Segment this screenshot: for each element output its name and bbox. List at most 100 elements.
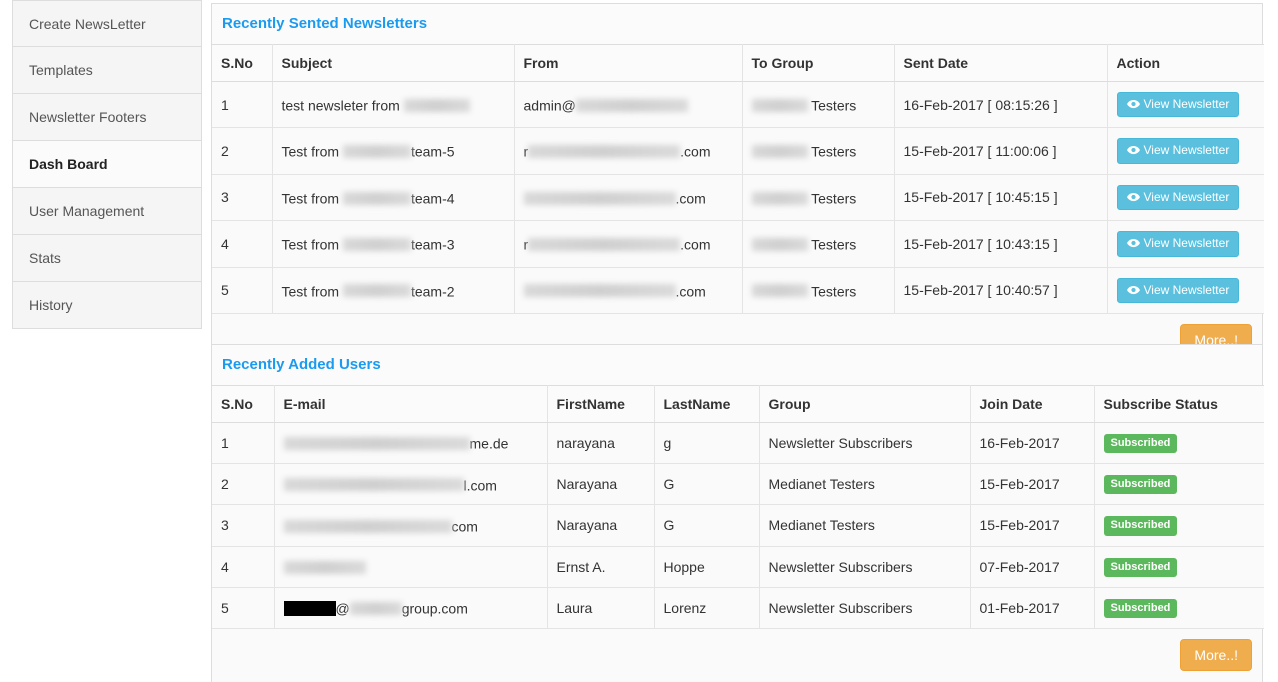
redacted-text	[523, 191, 676, 205]
sidebar-item-stats[interactable]: Stats	[12, 235, 202, 282]
cell-sno: 3	[212, 174, 273, 222]
table-row: 4 Test from team-3 r .com Testers 15-Feb-201…	[212, 220, 1264, 268]
cell-text: com	[451, 518, 478, 535]
redacted-text	[751, 284, 808, 298]
cell-subscribe-status: Subscribed	[1094, 422, 1264, 465]
cell-email: me.de	[274, 422, 548, 465]
sidebar-item-newsletter-footers[interactable]: Newsletter Footers	[12, 94, 202, 141]
cell-sno: 1	[212, 81, 273, 129]
table-row: 3 com Narayana G Medianet Testers 15-Feb-2017…	[212, 504, 1264, 547]
cell-sno: 5	[212, 587, 275, 629]
newsletters-table: S.No Subject From To Group Sent Date Act…	[212, 44, 1264, 314]
table-row: 2 Test from team-5 r .com Testers 15-Feb-201…	[212, 127, 1264, 175]
more-users-button[interactable]: More..!	[1180, 638, 1252, 671]
cell-group: Newsletter Subscribers	[759, 422, 971, 465]
cell-join-date: 07-Feb-2017	[970, 546, 1095, 588]
view-newsletter-button[interactable]: View Newsletter	[1116, 184, 1240, 211]
redacted-text	[342, 238, 411, 252]
status-badge: Subscribed	[1103, 557, 1178, 577]
cell-subject: test newsleter from	[272, 81, 515, 129]
view-newsletter-button[interactable]: View Newsletter	[1116, 231, 1240, 257]
cell-to-group: Testers	[742, 127, 895, 175]
cell-join-date: 15-Feb-2017	[970, 463, 1095, 506]
sidebar-item-templates[interactable]: Templates	[12, 47, 202, 94]
view-newsletter-button[interactable]: View Newsletter	[1116, 138, 1240, 164]
redacted-text	[283, 600, 336, 616]
cell-from: r .com	[514, 127, 743, 175]
cell-subject: Test from team-3	[272, 220, 515, 268]
cell-subscribe-status: Subscribed	[1094, 546, 1264, 588]
cell-email: @ group.com	[274, 587, 548, 629]
cell-to-group: Testers	[742, 267, 895, 314]
users-table: S.No E-mail FirstName LastName Group Joi…	[212, 385, 1264, 629]
cell-lastname: Lorenz	[654, 587, 760, 629]
column-header-to-group: To Group	[742, 44, 895, 82]
column-header-sent-date: Sent Date	[894, 44, 1108, 82]
cell-lastname: g	[654, 422, 760, 465]
sidebar-item-label: Stats	[29, 250, 61, 266]
view-newsletter-button[interactable]: View Newsletter	[1116, 92, 1240, 118]
sidebar-item-create-newsletter[interactable]: Create NewsLetter	[12, 0, 202, 47]
eye-icon	[1126, 191, 1140, 205]
eye-icon	[1126, 144, 1140, 158]
cell-subject: Test from team-2	[272, 267, 515, 314]
sidebar-item-history[interactable]: History	[12, 282, 202, 329]
table-row: 1 me.de narayana g Newsletter Subscribers 16-…	[212, 422, 1264, 465]
cell-group: Newsletter Subscribers	[759, 587, 971, 629]
cell-text: Testers	[807, 143, 857, 160]
newsletters-table-header-row: S.No Subject From To Group Sent Date Act…	[212, 44, 1264, 82]
redacted-text	[283, 478, 464, 492]
cell-email: com	[274, 504, 548, 547]
status-badge: Subscribed	[1103, 434, 1178, 454]
sidebar-item-user-management[interactable]: User Management	[12, 188, 202, 235]
view-newsletter-button[interactable]: View Newsletter	[1116, 277, 1240, 303]
view-newsletter-label: View Newsletter	[1143, 282, 1230, 297]
cell-subscribe-status: Subscribed	[1094, 504, 1264, 547]
cell-from: .com	[514, 267, 743, 314]
sidebar-item-label: History	[29, 297, 73, 313]
table-row: 1 test newsleter from admin@ Testers 16-Fe…	[212, 81, 1264, 129]
redacted-text	[403, 98, 470, 112]
redacted-text	[751, 238, 808, 252]
cell-firstname: Narayana	[547, 463, 655, 506]
cell-to-group: Testers	[742, 174, 895, 222]
redacted-text	[342, 284, 411, 298]
cell-from: admin@	[514, 81, 743, 129]
cell-text: @	[335, 600, 350, 617]
cell-action: View Newsletter	[1107, 267, 1264, 314]
sidebar-item-dash-board[interactable]: Dash Board	[12, 141, 202, 188]
table-row: 2 l.com Narayana G Medianet Testers 15-Feb-20…	[212, 463, 1264, 506]
cell-email	[274, 546, 548, 588]
cell-join-date: 16-Feb-2017	[970, 422, 1095, 465]
cell-text: team-5	[410, 143, 455, 160]
sidebar-item-label: Templates	[29, 62, 93, 78]
column-header-action: Action	[1107, 44, 1264, 82]
eye-icon	[1126, 98, 1140, 112]
view-newsletter-label: View Newsletter	[1143, 236, 1230, 251]
sidebar-item-label: Newsletter Footers	[29, 109, 147, 125]
redacted-text	[342, 145, 411, 159]
sidebar-item-label: Dash Board	[29, 156, 108, 172]
view-newsletter-label: View Newsletter	[1143, 97, 1230, 111]
cell-sno: 4	[212, 546, 275, 588]
cell-lastname: Hoppe	[654, 546, 760, 588]
cell-sent-date: 15-Feb-2017 [ 10:43:15 ]	[894, 220, 1108, 268]
cell-subscribe-status: Subscribed	[1094, 587, 1264, 629]
column-header-from: From	[514, 44, 743, 82]
cell-text: me.de	[469, 435, 509, 452]
column-header-group: Group	[759, 385, 971, 423]
sidebar: Create NewsLetter Templates Newsletter Foo…	[12, 0, 202, 329]
cell-action: View Newsletter	[1107, 174, 1264, 222]
redacted-text	[283, 561, 366, 575]
panel-title-newsletters: Recently Sented Newsletters	[212, 4, 1262, 44]
status-badge: Subscribed	[1103, 598, 1178, 618]
redacted-text	[528, 145, 681, 159]
redacted-text	[751, 191, 808, 205]
cell-sent-date: 16-Feb-2017 [ 08:15:26 ]	[894, 81, 1108, 129]
cell-text: Testers	[807, 97, 857, 114]
cell-group: Medianet Testers	[759, 504, 971, 547]
cell-to-group: Testers	[742, 81, 895, 129]
column-header-firstname: FirstName	[547, 385, 655, 423]
eye-icon	[1126, 237, 1140, 251]
cell-firstname: Narayana	[547, 504, 655, 547]
